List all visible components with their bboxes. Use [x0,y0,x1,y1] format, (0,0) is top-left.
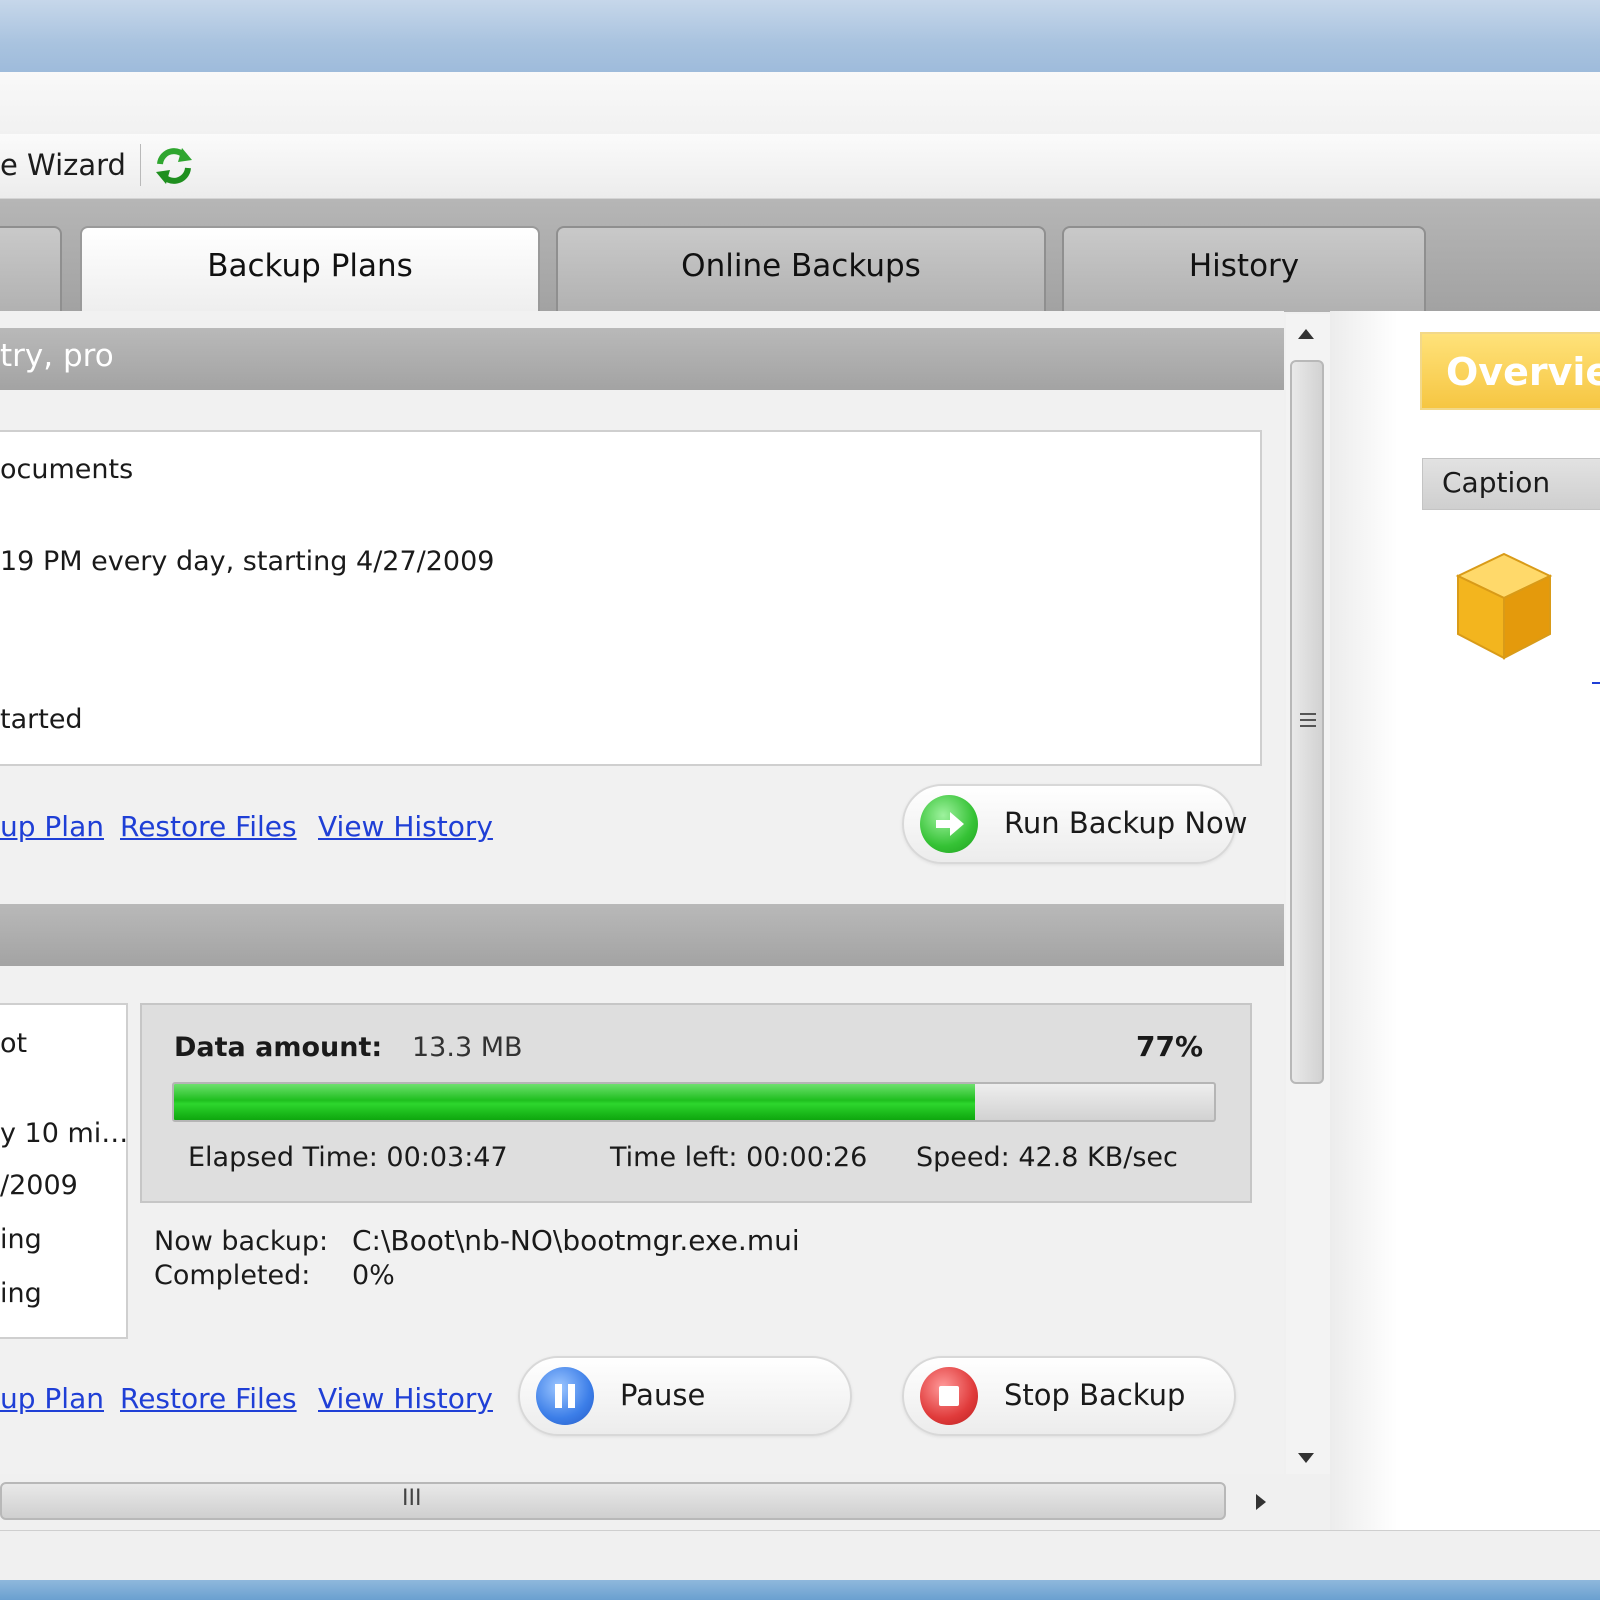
status-bar [0,1530,1600,1581]
time-left: Time left: 00:00:26 [610,1142,868,1173]
plan1-restore-files-link[interactable]: Restore Files [120,810,297,843]
progress-bar-fill [174,1084,975,1120]
scroll-up-icon[interactable] [1296,326,1316,345]
speed: Speed: 42.8 KB/sec [916,1142,1178,1173]
plan2-line-5: ing [0,1278,42,1309]
progress-percent: 77% [1136,1030,1204,1063]
toolbar-separator [140,144,141,186]
now-backup-label: Now backup: [154,1226,329,1257]
elapsed-time: Elapsed Time: 00:03:47 [188,1142,508,1173]
vertical-grip-icon [1298,710,1318,734]
plan2-line-4: ing [0,1224,42,1255]
window-bottom-edge [0,1580,1600,1600]
plan1-info-box [0,430,1262,766]
plan2-restore-files-link[interactable]: Restore Files [120,1382,297,1415]
pause-icon [536,1367,594,1425]
plan1-line-schedule: 19 PM every day, starting 4/27/2009 [0,546,495,577]
horizontal-grip: III [402,1486,422,1511]
plan2-view-history-link[interactable]: View History [318,1382,493,1415]
run-backup-now-label: Run Backup Now [1004,806,1248,840]
data-amount-value: 13.3 MB [412,1032,523,1063]
overview-title: Overvie [1446,350,1600,394]
plan1-view-history-link[interactable]: View History [318,810,493,843]
plan1-edit-plan-link[interactable]: up Plan [0,810,104,843]
plan2-line-3: /2009 [0,1170,78,1201]
plan2-line-1: ot [0,1028,28,1059]
toolbar [0,134,1600,199]
plan1-header-title: try, pro [0,338,114,374]
wizard-button[interactable]: e Wizard [0,148,126,182]
tab-partial[interactable] [0,226,62,312]
tab-online-backups[interactable]: Online Backups [556,226,1046,312]
tab-history[interactable]: History [1062,226,1426,312]
box-icon [1454,550,1554,666]
progress-bar [172,1082,1216,1122]
plan2-header [0,904,1284,966]
pause-button[interactable]: Pause [518,1356,852,1436]
plan1-line-status: tarted [0,704,83,735]
completed-value: 0% [352,1260,395,1291]
stop-backup-label: Stop Backup [1004,1378,1186,1412]
pause-label: Pause [620,1378,706,1412]
plan1-line-source: ocuments [0,454,134,485]
run-backup-now-button[interactable]: Run Backup Now [902,784,1248,864]
now-backup-value: C:\Boot\nb-NO\bootmgr.exe.mui [352,1224,800,1257]
scroll-right-icon[interactable] [1254,1492,1268,1516]
title-bar [0,0,1600,72]
horizontal-scroll-thumb[interactable] [0,1482,1226,1520]
menu-strip [0,72,1600,134]
stop-icon [920,1367,978,1425]
run-arrow-icon [920,795,978,853]
overview-partial-link[interactable] [1592,656,1600,684]
data-amount-label: Data amount: [174,1032,383,1063]
plan2-line-2: y 10 mi… [0,1118,129,1149]
sync-icon[interactable] [152,144,196,188]
completed-label: Completed: [154,1260,311,1291]
scroll-down-icon[interactable] [1296,1450,1316,1469]
plan2-edit-plan-link[interactable]: up Plan [0,1382,104,1415]
plan1-header [0,328,1284,390]
tab-backup-plans[interactable]: Backup Plans [80,226,540,312]
stop-backup-button[interactable]: Stop Backup [902,1356,1236,1436]
caption-label: Caption [1442,466,1551,499]
